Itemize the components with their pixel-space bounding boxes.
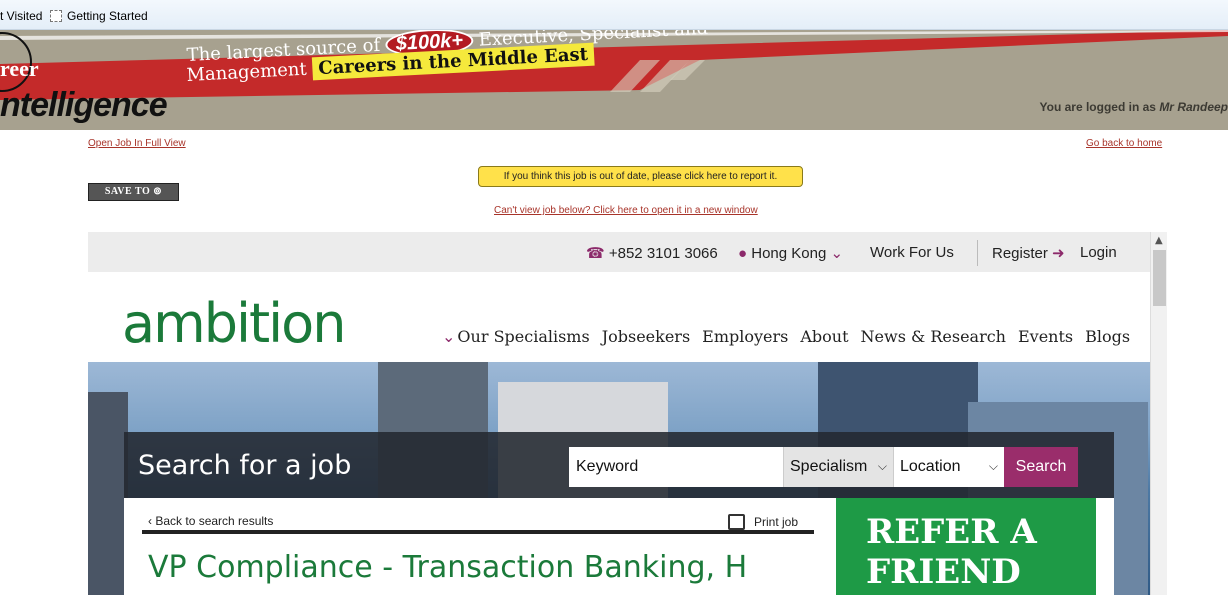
refer-line-1: REFER A [866,512,1037,552]
specialism-select[interactable]: Specialism ⌵ [783,447,893,487]
refer-line-2: FRIEND [866,552,1021,592]
search-button[interactable]: Search [1004,447,1078,487]
bookmark-most-visited[interactable]: t Visited [0,9,42,23]
save-to-label: SAVE TO [104,186,151,197]
nav-jobseekers[interactable]: Jobseekers [602,327,690,346]
topbar-divider [977,240,978,266]
job-content: ‹ Back to search results Print job VP Co… [124,498,1114,595]
print-job-link[interactable]: Print job [728,514,798,530]
job-title: VP Compliance - Transaction Banking, H [148,550,748,585]
region-label: Hong Kong [751,245,827,262]
save-to-button[interactable]: SAVE TO ⊚ [88,183,179,201]
frame-scrollbar[interactable]: ▲ [1150,232,1167,595]
nav-employers[interactable]: Employers [702,327,788,346]
hero-image: Search for a job Keyword Specialism ⌵ Loc… [88,362,1150,595]
main-nav: ⌄ Our Specialisms Jobseekers Employers About… [442,327,1142,346]
login-link[interactable]: Login [1080,244,1117,261]
site-topbar: ☎ +852 3101 3066 ● Hong Kong ⌄ Work For … [88,232,1150,272]
phone-icon: ☎ [586,245,605,262]
nav-events[interactable]: Events [1018,327,1073,346]
chevron-down-icon: ⌵ [988,459,998,473]
ambition-logo[interactable]: ambition [122,292,346,355]
chevron-left-icon: ‹ [148,514,152,528]
nav-blogs[interactable]: Blogs [1085,327,1130,346]
specialism-value: Specialism [790,458,868,475]
location-value: Location [900,458,961,475]
scroll-up-icon[interactable]: ▲ [1155,235,1163,246]
chevron-down-icon: ⊚ [153,186,163,197]
globe-icon: ● [738,245,748,262]
register-link[interactable]: Register ➜ [992,244,1065,262]
phone-number: +852 3101 3066 [608,245,718,262]
divider [142,530,814,534]
print-label: Print job [754,515,799,529]
bookmark-label: t Visited [0,9,43,23]
back-label: Back to search results [155,514,274,528]
career-intelligence-banner: reer ntelligence The largest source of $… [0,30,1228,130]
nav-our-specialisms[interactable]: Our Specialisms [457,327,589,346]
nav-news-research[interactable]: News & Research [861,327,1006,346]
open-full-view-link[interactable]: Open Job In Full View [88,138,186,149]
job-page-frame: ☎ +852 3101 3066 ● Hong Kong ⌄ Work For … [88,232,1167,595]
report-out-of-date-button[interactable]: If you think this job is out of date, pl… [478,166,803,187]
chevron-down-icon: ⌄ [830,245,844,262]
work-for-us-link[interactable]: Work For Us [870,244,954,261]
region-selector[interactable]: ● Hong Kong ⌄ [738,244,843,262]
logo-intelligence-text: ntelligence [0,86,168,124]
logo-career-text: reer [0,56,39,81]
bookmark-getting-started[interactable]: Getting Started [50,9,148,23]
logged-in-user: Mr Randeep [1159,100,1228,114]
logged-in-prefix: You are logged in as [1039,100,1156,114]
open-new-window-link[interactable]: Can't view job below? Click here to open… [494,205,758,216]
printer-icon [728,514,745,530]
chevron-down-icon: ⌄ [442,327,456,346]
arrow-right-circle-icon: ➜ [1052,245,1065,262]
chevron-down-icon: ⌵ [877,459,887,473]
job-search-bar: Search for a job Keyword Specialism ⌵ Loc… [124,432,1114,498]
page-icon [50,10,62,22]
refer-text: REFER A FRIEND [866,512,1037,592]
phone-link[interactable]: ☎ +852 3101 3066 [586,244,718,262]
scroll-thumb[interactable] [1153,250,1166,306]
back-to-results-link[interactable]: ‹ Back to search results [148,514,273,528]
bookmark-label: Getting Started [67,9,148,23]
search-title: Search for a job [138,450,352,481]
bookmarks-bar: t Visited Getting Started [0,0,1228,30]
register-label: Register [992,245,1048,262]
logged-in-status: You are logged in as Mr Randeep [1040,100,1228,114]
keyword-input[interactable]: Keyword [569,447,783,487]
location-select[interactable]: Location ⌵ [893,447,1004,487]
refer-a-friend-panel[interactable]: REFER A FRIEND [836,498,1096,595]
nav-about[interactable]: About [800,327,848,346]
go-back-home-link[interactable]: Go back to home [1086,138,1162,149]
building [88,392,128,595]
